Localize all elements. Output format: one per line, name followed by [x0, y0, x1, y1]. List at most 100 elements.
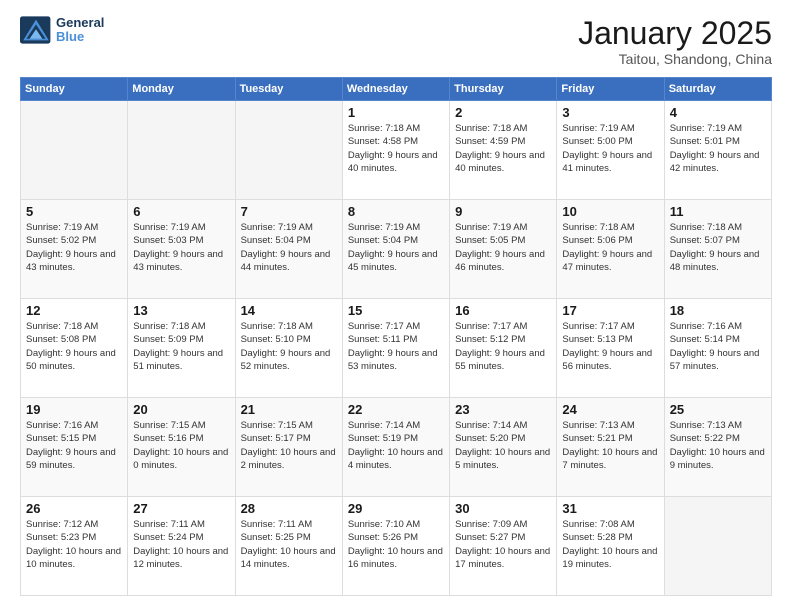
- header-tuesday: Tuesday: [235, 78, 342, 101]
- calendar-cell: 18 Sunrise: 7:16 AM Sunset: 5:14 PM Dayl…: [664, 299, 771, 398]
- day-detail: Sunrise: 7:16 AM Sunset: 5:15 PM Dayligh…: [26, 419, 122, 472]
- calendar-cell: 15 Sunrise: 7:17 AM Sunset: 5:11 PM Dayl…: [342, 299, 449, 398]
- day-detail: Sunrise: 7:11 AM Sunset: 5:24 PM Dayligh…: [133, 518, 229, 571]
- day-detail: Sunrise: 7:15 AM Sunset: 5:16 PM Dayligh…: [133, 419, 229, 472]
- day-detail: Sunrise: 7:14 AM Sunset: 5:19 PM Dayligh…: [348, 419, 444, 472]
- calendar-cell: 6 Sunrise: 7:19 AM Sunset: 5:03 PM Dayli…: [128, 200, 235, 299]
- day-number: 1: [348, 105, 444, 120]
- week-row-1: 1 Sunrise: 7:18 AM Sunset: 4:58 PM Dayli…: [21, 101, 772, 200]
- title-block: January 2025 Taitou, Shandong, China: [578, 16, 772, 67]
- day-number: 22: [348, 402, 444, 417]
- calendar-cell: 9 Sunrise: 7:19 AM Sunset: 5:05 PM Dayli…: [450, 200, 557, 299]
- calendar-cell: 20 Sunrise: 7:15 AM Sunset: 5:16 PM Dayl…: [128, 398, 235, 497]
- day-number: 21: [241, 402, 337, 417]
- header-friday: Friday: [557, 78, 664, 101]
- day-detail: Sunrise: 7:09 AM Sunset: 5:27 PM Dayligh…: [455, 518, 551, 571]
- calendar-cell: 10 Sunrise: 7:18 AM Sunset: 5:06 PM Dayl…: [557, 200, 664, 299]
- calendar-subtitle: Taitou, Shandong, China: [578, 51, 772, 67]
- calendar-cell: 8 Sunrise: 7:19 AM Sunset: 5:04 PM Dayli…: [342, 200, 449, 299]
- day-number: 16: [455, 303, 551, 318]
- calendar-cell: [664, 497, 771, 596]
- calendar-cell: 12 Sunrise: 7:18 AM Sunset: 5:08 PM Dayl…: [21, 299, 128, 398]
- week-row-3: 12 Sunrise: 7:18 AM Sunset: 5:08 PM Dayl…: [21, 299, 772, 398]
- calendar-cell: 5 Sunrise: 7:19 AM Sunset: 5:02 PM Dayli…: [21, 200, 128, 299]
- day-detail: Sunrise: 7:16 AM Sunset: 5:14 PM Dayligh…: [670, 320, 766, 373]
- logo-icon: [20, 16, 52, 44]
- day-detail: Sunrise: 7:19 AM Sunset: 5:02 PM Dayligh…: [26, 221, 122, 274]
- day-detail: Sunrise: 7:18 AM Sunset: 5:10 PM Dayligh…: [241, 320, 337, 373]
- day-number: 27: [133, 501, 229, 516]
- header-wednesday: Wednesday: [342, 78, 449, 101]
- calendar-cell: 11 Sunrise: 7:18 AM Sunset: 5:07 PM Dayl…: [664, 200, 771, 299]
- day-detail: Sunrise: 7:19 AM Sunset: 5:03 PM Dayligh…: [133, 221, 229, 274]
- calendar-cell: 1 Sunrise: 7:18 AM Sunset: 4:58 PM Dayli…: [342, 101, 449, 200]
- header: General Blue January 2025 Taitou, Shando…: [20, 16, 772, 67]
- day-number: 7: [241, 204, 337, 219]
- week-row-4: 19 Sunrise: 7:16 AM Sunset: 5:15 PM Dayl…: [21, 398, 772, 497]
- day-detail: Sunrise: 7:18 AM Sunset: 4:59 PM Dayligh…: [455, 122, 551, 175]
- calendar-cell: 29 Sunrise: 7:10 AM Sunset: 5:26 PM Dayl…: [342, 497, 449, 596]
- day-detail: Sunrise: 7:19 AM Sunset: 5:01 PM Dayligh…: [670, 122, 766, 175]
- day-number: 2: [455, 105, 551, 120]
- calendar-cell: 27 Sunrise: 7:11 AM Sunset: 5:24 PM Dayl…: [128, 497, 235, 596]
- calendar-cell: [235, 101, 342, 200]
- day-detail: Sunrise: 7:17 AM Sunset: 5:12 PM Dayligh…: [455, 320, 551, 373]
- calendar-cell: [21, 101, 128, 200]
- header-monday: Monday: [128, 78, 235, 101]
- day-detail: Sunrise: 7:18 AM Sunset: 4:58 PM Dayligh…: [348, 122, 444, 175]
- day-number: 18: [670, 303, 766, 318]
- day-number: 31: [562, 501, 658, 516]
- day-detail: Sunrise: 7:19 AM Sunset: 5:04 PM Dayligh…: [241, 221, 337, 274]
- calendar-cell: 7 Sunrise: 7:19 AM Sunset: 5:04 PM Dayli…: [235, 200, 342, 299]
- day-detail: Sunrise: 7:14 AM Sunset: 5:20 PM Dayligh…: [455, 419, 551, 472]
- day-detail: Sunrise: 7:18 AM Sunset: 5:09 PM Dayligh…: [133, 320, 229, 373]
- day-number: 15: [348, 303, 444, 318]
- calendar-cell: 26 Sunrise: 7:12 AM Sunset: 5:23 PM Dayl…: [21, 497, 128, 596]
- week-row-5: 26 Sunrise: 7:12 AM Sunset: 5:23 PM Dayl…: [21, 497, 772, 596]
- day-detail: Sunrise: 7:19 AM Sunset: 5:05 PM Dayligh…: [455, 221, 551, 274]
- calendar-title: January 2025: [578, 16, 772, 51]
- day-detail: Sunrise: 7:18 AM Sunset: 5:07 PM Dayligh…: [670, 221, 766, 274]
- day-number: 10: [562, 204, 658, 219]
- calendar-cell: 14 Sunrise: 7:18 AM Sunset: 5:10 PM Dayl…: [235, 299, 342, 398]
- calendar-cell: 28 Sunrise: 7:11 AM Sunset: 5:25 PM Dayl…: [235, 497, 342, 596]
- calendar-cell: 19 Sunrise: 7:16 AM Sunset: 5:15 PM Dayl…: [21, 398, 128, 497]
- day-number: 11: [670, 204, 766, 219]
- day-number: 30: [455, 501, 551, 516]
- header-sunday: Sunday: [21, 78, 128, 101]
- day-number: 3: [562, 105, 658, 120]
- day-detail: Sunrise: 7:18 AM Sunset: 5:06 PM Dayligh…: [562, 221, 658, 274]
- week-row-2: 5 Sunrise: 7:19 AM Sunset: 5:02 PM Dayli…: [21, 200, 772, 299]
- day-detail: Sunrise: 7:19 AM Sunset: 5:00 PM Dayligh…: [562, 122, 658, 175]
- day-number: 8: [348, 204, 444, 219]
- calendar-cell: [128, 101, 235, 200]
- calendar-cell: 2 Sunrise: 7:18 AM Sunset: 4:59 PM Dayli…: [450, 101, 557, 200]
- day-number: 28: [241, 501, 337, 516]
- calendar-cell: 3 Sunrise: 7:19 AM Sunset: 5:00 PM Dayli…: [557, 101, 664, 200]
- logo: General Blue: [20, 16, 104, 45]
- calendar-cell: 23 Sunrise: 7:14 AM Sunset: 5:20 PM Dayl…: [450, 398, 557, 497]
- day-number: 5: [26, 204, 122, 219]
- calendar-cell: 4 Sunrise: 7:19 AM Sunset: 5:01 PM Dayli…: [664, 101, 771, 200]
- day-detail: Sunrise: 7:17 AM Sunset: 5:13 PM Dayligh…: [562, 320, 658, 373]
- day-header-row: Sunday Monday Tuesday Wednesday Thursday…: [21, 78, 772, 101]
- day-detail: Sunrise: 7:08 AM Sunset: 5:28 PM Dayligh…: [562, 518, 658, 571]
- day-number: 23: [455, 402, 551, 417]
- header-thursday: Thursday: [450, 78, 557, 101]
- calendar-cell: 17 Sunrise: 7:17 AM Sunset: 5:13 PM Dayl…: [557, 299, 664, 398]
- day-number: 9: [455, 204, 551, 219]
- logo-text: General Blue: [56, 16, 104, 45]
- day-number: 14: [241, 303, 337, 318]
- day-detail: Sunrise: 7:13 AM Sunset: 5:22 PM Dayligh…: [670, 419, 766, 472]
- calendar-cell: 25 Sunrise: 7:13 AM Sunset: 5:22 PM Dayl…: [664, 398, 771, 497]
- calendar-cell: 22 Sunrise: 7:14 AM Sunset: 5:19 PM Dayl…: [342, 398, 449, 497]
- calendar-cell: 21 Sunrise: 7:15 AM Sunset: 5:17 PM Dayl…: [235, 398, 342, 497]
- day-number: 4: [670, 105, 766, 120]
- calendar-cell: 13 Sunrise: 7:18 AM Sunset: 5:09 PM Dayl…: [128, 299, 235, 398]
- day-number: 24: [562, 402, 658, 417]
- day-detail: Sunrise: 7:13 AM Sunset: 5:21 PM Dayligh…: [562, 419, 658, 472]
- day-number: 12: [26, 303, 122, 318]
- day-number: 13: [133, 303, 229, 318]
- calendar-cell: 30 Sunrise: 7:09 AM Sunset: 5:27 PM Dayl…: [450, 497, 557, 596]
- calendar-cell: 31 Sunrise: 7:08 AM Sunset: 5:28 PM Dayl…: [557, 497, 664, 596]
